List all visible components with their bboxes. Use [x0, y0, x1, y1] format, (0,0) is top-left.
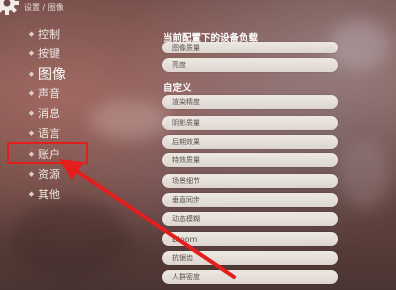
bullet-icon: ◆: [28, 30, 35, 38]
setting-label: 后期效果: [172, 138, 200, 146]
setting-effects-quality[interactable]: 特效质量: [162, 153, 338, 167]
sidebar-item-label: 语言: [38, 127, 60, 140]
sidebar-item-label: 声音: [38, 87, 60, 100]
sidebar-item-label: 资源: [38, 168, 60, 181]
sidebar-item-controls[interactable]: ◆ 控制: [27, 24, 60, 44]
sidebar-item-label: 其他: [38, 188, 60, 201]
setting-label: 亮度: [172, 61, 186, 69]
sidebar-item-audio[interactable]: ◆ 声音: [27, 83, 60, 103]
sidebar-item-resources[interactable]: ◆ 资源: [27, 164, 60, 184]
setting-bloom[interactable]: Bloom: [162, 232, 338, 246]
bullet-icon: ◆: [28, 70, 35, 78]
setting-motion-blur[interactable]: 动态模糊: [162, 212, 338, 226]
setting-scene-detail[interactable]: 场景细节: [162, 174, 338, 188]
setting-label: Bloom: [172, 234, 198, 244]
sidebar-item-label: 按键: [38, 47, 60, 60]
breadcrumb: 设置 / 图像: [24, 3, 64, 12]
setting-image-quality[interactable]: 图像质量: [162, 42, 338, 53]
setting-crowd-density[interactable]: 人群密度: [162, 270, 338, 284]
bullet-icon: ◆: [28, 89, 35, 97]
setting-label: 渲染精度: [172, 98, 200, 106]
sidebar-item-messages[interactable]: ◆ 消息: [27, 103, 60, 123]
bullet-icon: ◆: [28, 109, 35, 117]
setting-label: 场景细节: [172, 177, 200, 185]
sidebar-item-graphics[interactable]: ◆ 图像: [27, 64, 66, 84]
bullet-icon: ◆: [28, 49, 35, 57]
sidebar-item-keybindings[interactable]: ◆ 按键: [27, 43, 60, 63]
bullet-icon: ◆: [28, 190, 35, 198]
annotation-highlight-box: [7, 142, 88, 164]
setting-label: 人群密度: [172, 273, 200, 281]
setting-vsync[interactable]: 垂直同步: [162, 193, 338, 207]
gear-icon: [0, 0, 19, 15]
setting-label: 特效质量: [172, 156, 200, 164]
bullet-icon: ◆: [28, 170, 35, 178]
setting-render-precision[interactable]: 渲染精度: [162, 95, 338, 109]
setting-label: 动态模糊: [172, 215, 200, 223]
graphics-settings-panel: 当前配置下的设备负载 图像质量 亮度 自定义 渲染精度 阴影质量 后期效果 特效…: [160, 0, 396, 290]
setting-label: 抗锯齿: [172, 254, 193, 262]
bullet-icon: ◆: [28, 129, 35, 137]
setting-anti-aliasing[interactable]: 抗锯齿: [162, 251, 338, 265]
setting-post-processing[interactable]: 后期效果: [162, 135, 338, 149]
settings-header: 设置 / 图像: [0, 0, 160, 18]
custom-section-title: 自定义: [163, 83, 192, 94]
sidebar-item-other[interactable]: ◆ 其他: [27, 184, 60, 204]
sidebar-item-label: 消息: [38, 107, 60, 120]
setting-label: 图像质量: [172, 43, 200, 52]
setting-label: 阴影质量: [172, 119, 200, 127]
sidebar-item-label: 图像: [38, 67, 66, 83]
sidebar-item-label: 控制: [38, 28, 60, 41]
setting-brightness[interactable]: 亮度: [162, 58, 338, 72]
setting-shadow-quality[interactable]: 阴影质量: [162, 116, 338, 130]
setting-label: 垂直同步: [172, 196, 200, 204]
sidebar-item-language[interactable]: ◆ 语言: [27, 123, 60, 143]
